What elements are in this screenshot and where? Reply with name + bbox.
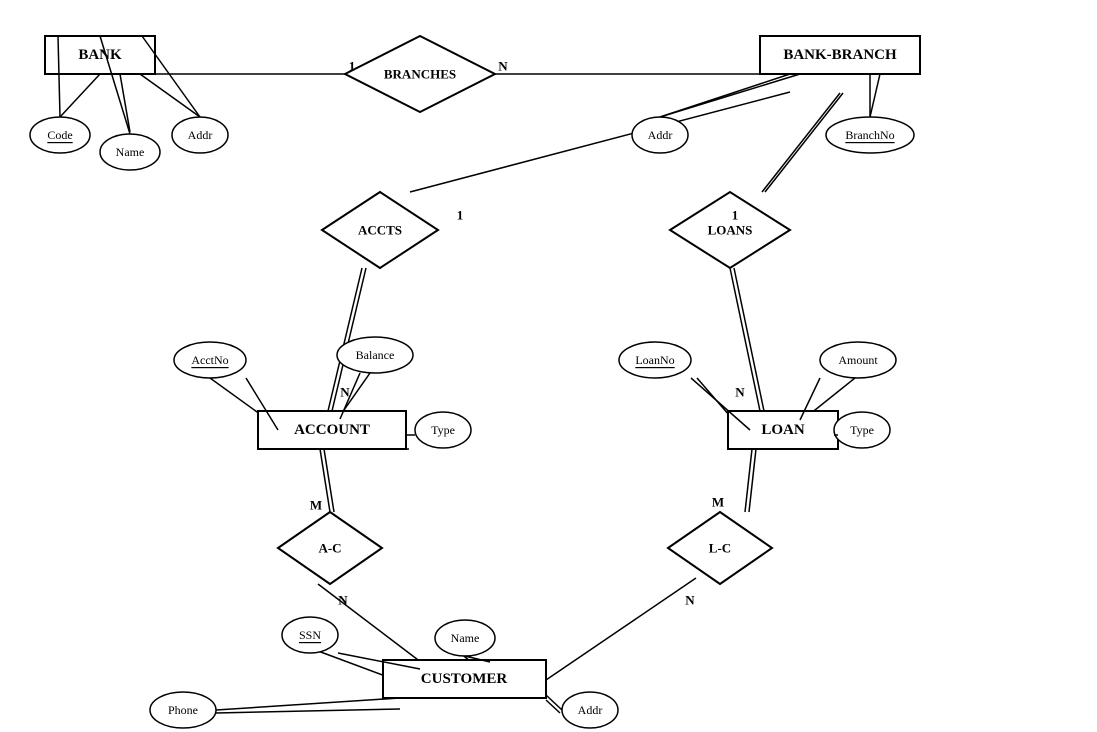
line-lc-customer [546,578,696,680]
conn-cust-phone [216,698,400,710]
attr-bank-name-label: Name [116,145,145,159]
line-bank-name [120,74,130,132]
attr-bb-branchno-label: BranchNo [845,128,894,142]
card-bank-branches: 1 [349,59,356,74]
card-ac-top: M [310,498,322,513]
line-bankbranch-loans [762,93,840,192]
card-accts-bottom: N [340,385,350,400]
entity-bank-branch-label: BANK-BRANCH [783,47,897,63]
attr-bb-addr-label: Addr [648,128,673,142]
rel-branches-label: BRANCHES [384,67,456,82]
attr-cust-ssn-label: SSN [299,628,321,642]
line-loan-lc1 [745,449,752,512]
attr-cust-phone-label: Phone [168,703,198,717]
card-lc-bottom: N [685,593,695,608]
card-lc-top: M [712,495,724,510]
attr-acct-type-label: Type [431,423,455,437]
rel-loans-label: LOANS [708,223,753,238]
rel-accts-label: ACCTS [358,223,402,238]
attr-bank-code-label: Code [47,128,72,142]
entity-loan-label: LOAN [761,422,805,438]
card-accts-top: 1 [457,208,464,223]
line-bank-addr [140,74,200,117]
conn-bb-branchno [870,74,880,117]
line-bank-code [60,74,100,117]
entity-account-label: ACCOUNT [294,422,370,438]
attr-loan-loanno-label: LoanNo [635,353,674,367]
attr-acct-balance-label: Balance [356,348,395,362]
conn-bank-addr [142,36,200,117]
attr-loan-type-label: Type [850,423,874,437]
line-loan-lc2 [749,449,756,512]
line-bankbranch-accts [410,92,790,192]
entity-bank-label: BANK [78,47,122,63]
attr-acct-acctno-label: AcctNo [191,353,228,367]
attr-bank-addr-label: Addr [188,128,213,142]
card-ac-bottom: N [338,593,348,608]
rel-lc-label: L-C [709,541,731,556]
rel-ac-label: A-C [318,541,341,556]
attr-loan-amount-label: Amount [838,353,878,367]
card-loans-top: 1 [732,208,739,223]
attr-cust-addr-label: Addr [578,703,603,717]
line-cust-phone [216,709,400,713]
card-loans-bottom: N [735,385,745,400]
card-branches-bankbranch: N [498,59,508,74]
entity-customer-label: CUSTOMER [421,671,508,687]
attr-cust-name-label: Name [451,631,480,645]
er-diagram: BRANCHES ACCTS LOANS A-C L-C BANK BANK-B… [0,0,1097,732]
